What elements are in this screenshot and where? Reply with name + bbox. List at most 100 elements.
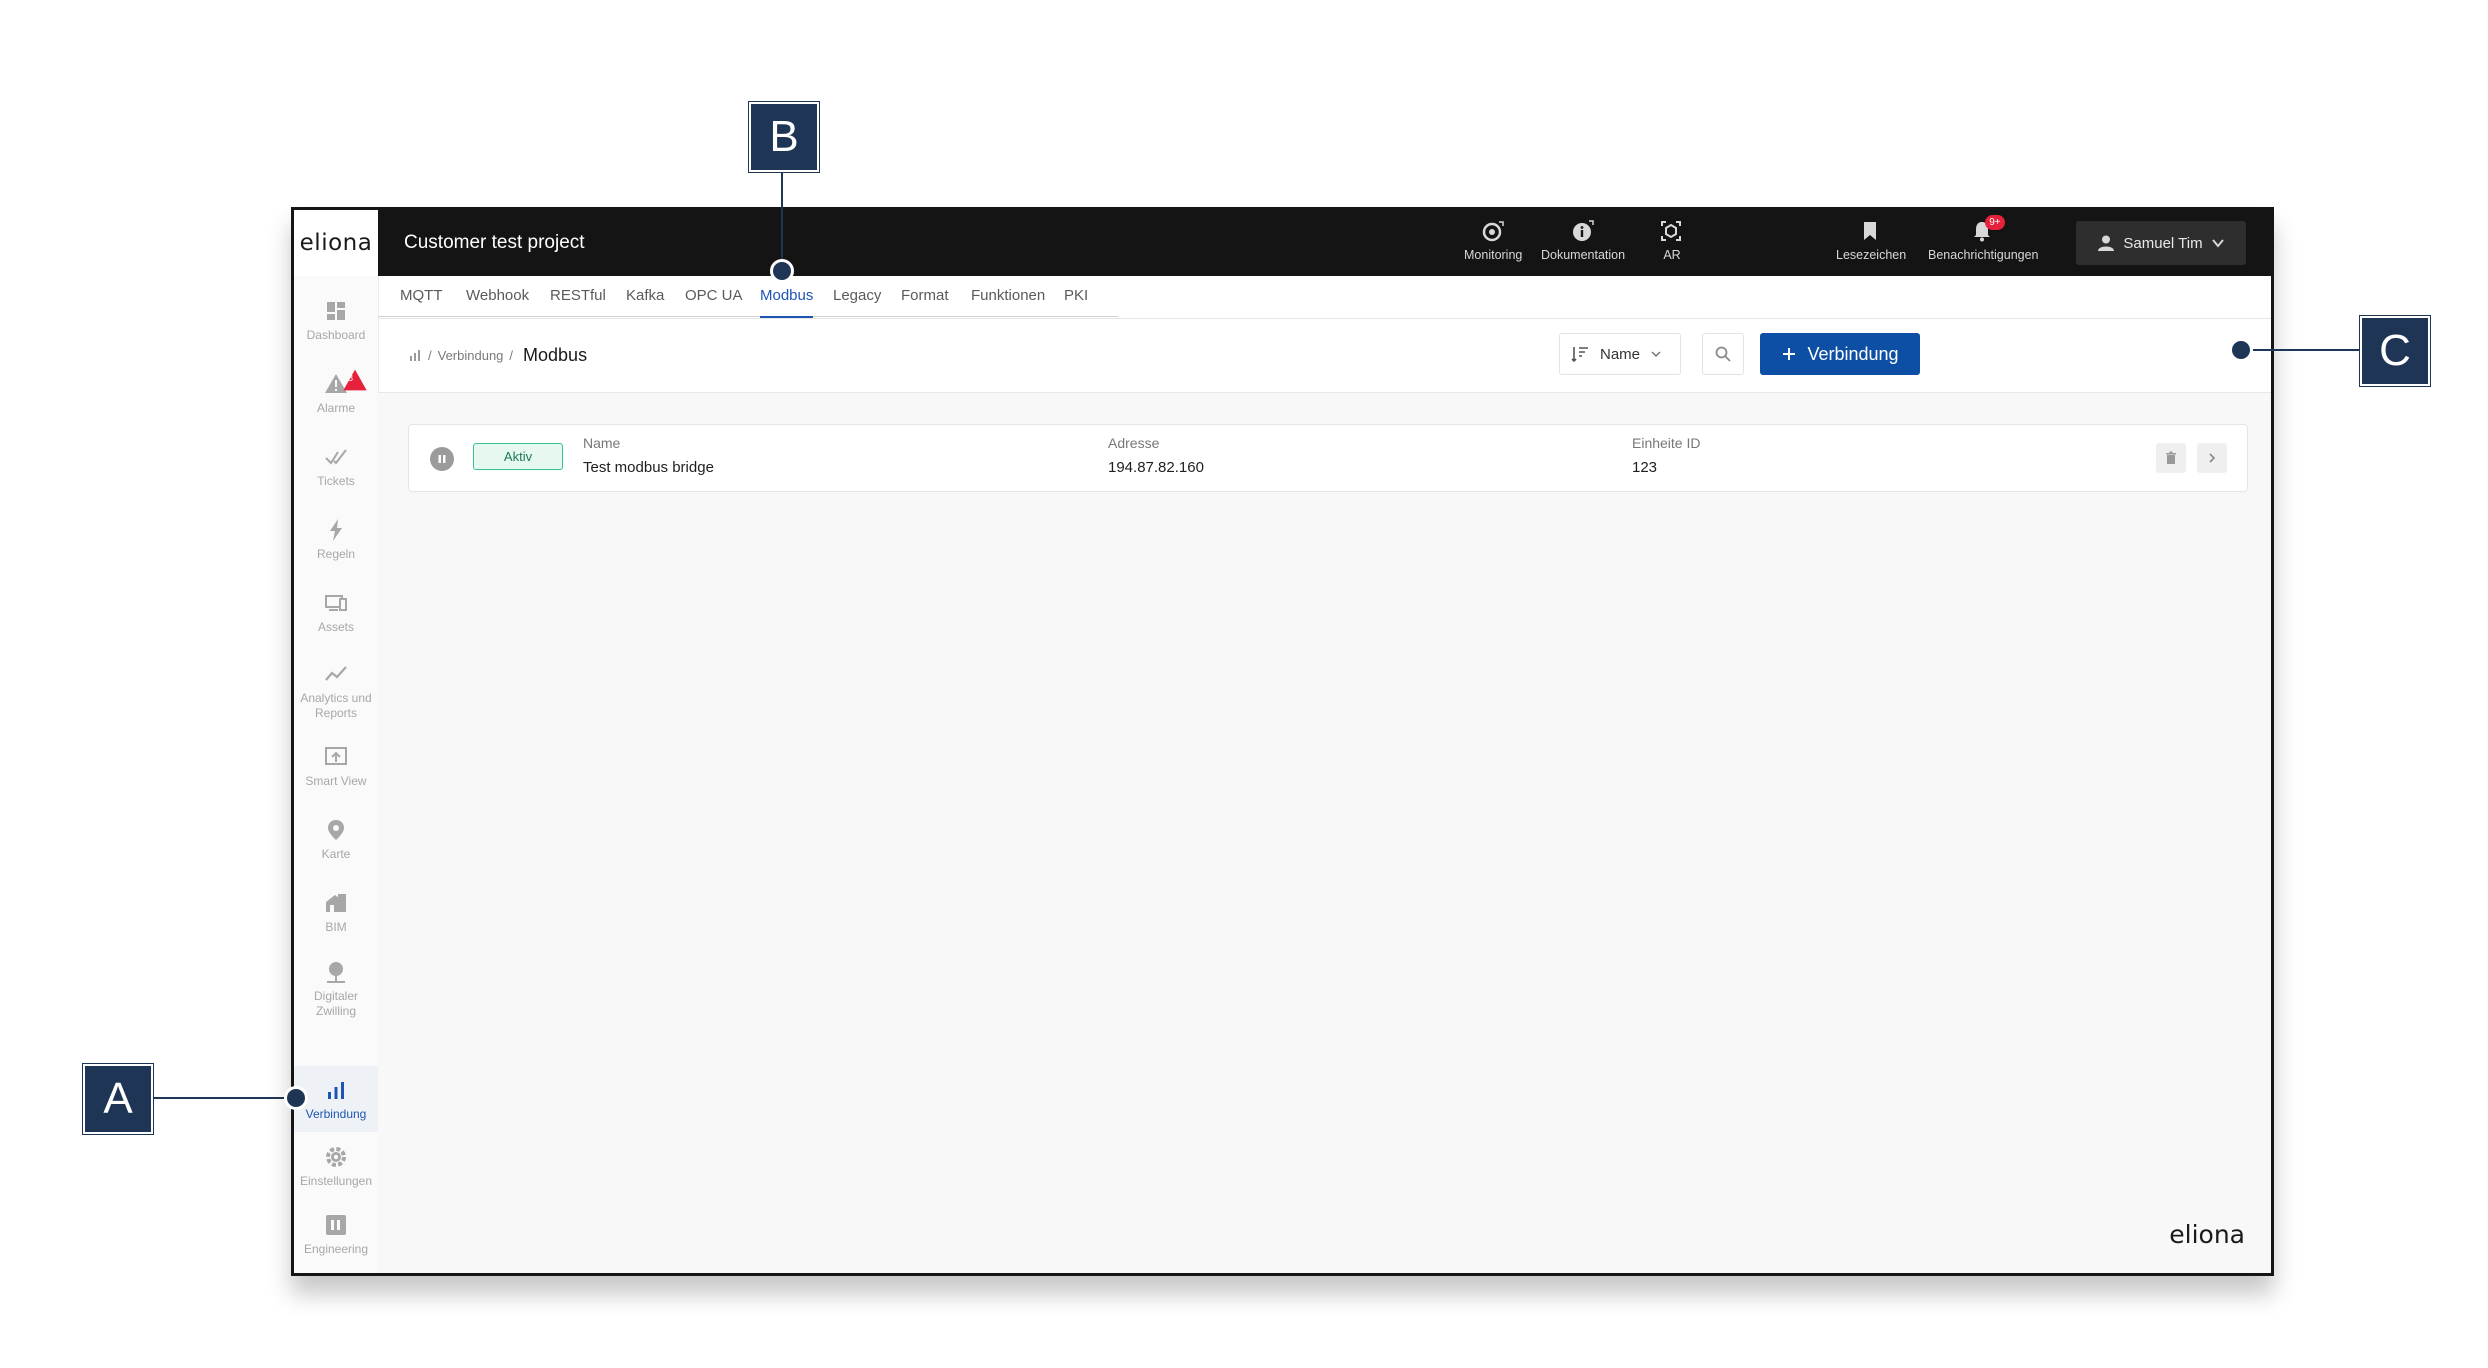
sidebar-label-assets: Assets — [317, 620, 354, 634]
sidebar-label-alarme: Alarme — [316, 401, 355, 415]
sidebar-label-smart-view: Smart View — [305, 774, 367, 788]
sidebar-label-engineering: Engineering — [303, 1242, 369, 1256]
documentation-label: Dokumentation — [1541, 248, 1626, 262]
callout-c-leader — [2250, 349, 2362, 351]
tickets-icon — [325, 449, 347, 465]
notifications-button[interactable]: 9+ Benachrichtigungen — [1928, 215, 2039, 270]
tab-format[interactable]: Format — [901, 276, 949, 316]
tab-restful[interactable]: RESTful — [550, 276, 606, 316]
delete-button[interactable] — [2156, 443, 2186, 473]
sidebar-item-smart-view[interactable]: Smart View — [294, 744, 378, 789]
callout-b-leader — [781, 173, 783, 265]
breadcrumb-separator: / — [509, 347, 514, 363]
dashboard-icon — [327, 302, 345, 320]
documentation-button[interactable]: Dokumentation — [1541, 218, 1625, 270]
tab-kafka[interactable]: Kafka — [626, 276, 664, 316]
monitoring-icon — [1479, 218, 1507, 246]
plus-icon — [1783, 348, 1796, 360]
user-name: Samuel Tim — [2123, 234, 2203, 252]
callout-a-leader — [150, 1097, 298, 1099]
sidebar-item-analytics[interactable]: Analytics und Reports — [294, 661, 378, 721]
gear-icon — [326, 1147, 346, 1167]
callout-c: C — [2360, 316, 2430, 386]
chevron-down-icon — [2211, 239, 2224, 248]
status-badge: Aktiv — [473, 443, 563, 470]
app-window: eliona Customer test project Monitoring … — [291, 207, 2274, 1276]
tab-opc-ua[interactable]: OPC UA — [685, 276, 743, 316]
sidebar-label-analytics: Analytics und Reports — [300, 691, 372, 720]
monitoring-label: Monitoring — [1464, 248, 1523, 262]
sidebar-item-bim[interactable]: BIM — [294, 890, 378, 935]
callout-b-marker — [770, 259, 794, 283]
tab-funktionen[interactable]: Funktionen — [971, 276, 1045, 316]
tab-modbus[interactable]: Modbus — [760, 276, 814, 318]
sidebar-label-karte: Karte — [321, 847, 351, 861]
connection-row[interactable]: Aktiv Name Test modbus bridge Adresse 19… — [408, 424, 2248, 492]
analytics-icon — [325, 666, 347, 681]
page-title: Modbus — [523, 344, 588, 365]
sidebar-item-assets[interactable]: Assets — [294, 590, 378, 635]
add-connection-button[interactable]: Verbindung — [1760, 333, 1920, 375]
top-bar: eliona Customer test project Monitoring … — [294, 210, 2271, 276]
connection-unit-id: 123 — [1632, 459, 1658, 476]
notifications-label: Benachrichtigungen — [1928, 248, 2039, 262]
sidebar-item-digital-twin[interactable]: Digitaler Zwilling — [294, 959, 378, 1019]
user-menu-button[interactable]: Samuel Tim — [2076, 221, 2246, 265]
tab-underline-track — [378, 316, 1118, 317]
sidebar-label-tickets: Tickets — [317, 474, 355, 488]
project-title: Customer test project — [404, 232, 585, 253]
alarm-badge-count: 8 — [348, 373, 354, 383]
bell-icon: 9+ — [1969, 215, 2005, 246]
search-button[interactable] — [1702, 333, 1744, 375]
sidebar-item-regeln[interactable]: Regeln — [294, 517, 378, 562]
sidebar-item-tickets[interactable]: Tickets — [294, 444, 378, 489]
sidebar-item-dashboard[interactable]: Dashboard — [294, 298, 378, 343]
tab-legacy[interactable]: Legacy — [833, 276, 881, 316]
sidebar-item-einstellungen[interactable]: Einstellungen — [294, 1144, 378, 1189]
unit-id-column: Einheite ID 123 — [1632, 435, 1700, 476]
breadcrumb-parent[interactable]: Verbindung — [438, 348, 504, 363]
alarm-badge-icon — [343, 369, 367, 391]
breadcrumb-separator: / — [428, 347, 432, 363]
page-toolbar: / Verbindung / Modbus Name Verbindung — [378, 318, 2271, 393]
pause-icon — [438, 455, 446, 463]
connection-icon — [410, 350, 420, 361]
sort-select[interactable]: Name — [1559, 333, 1681, 375]
bim-icon — [326, 894, 346, 912]
pause-button[interactable] — [430, 447, 454, 471]
tab-mqtt[interactable]: MQTT — [400, 276, 443, 316]
unit-id-header: Einheite ID — [1632, 435, 1701, 451]
sidebar-item-alarme[interactable]: 8 Alarme — [294, 369, 378, 416]
open-details-button[interactable] — [2197, 443, 2227, 473]
ar-icon — [1658, 218, 1686, 246]
search-icon — [1715, 346, 1731, 362]
sidebar-item-engineering[interactable]: Engineering — [294, 1212, 378, 1257]
connection-address: 194.87.82.160 — [1108, 459, 1204, 476]
name-column: Name Test modbus bridge — [583, 435, 714, 476]
notification-badge: 9+ — [1985, 215, 2005, 230]
sort-value: Name — [1600, 345, 1641, 363]
ar-label: AR — [1663, 248, 1681, 262]
digital-twin-icon — [327, 962, 345, 983]
address-column: Adresse 194.87.82.160 — [1108, 435, 1204, 476]
ar-button[interactable]: AR — [1658, 218, 1686, 270]
map-pin-icon — [328, 820, 344, 840]
sidebar-item-karte[interactable]: Karte — [294, 817, 378, 862]
rules-icon — [330, 519, 342, 541]
chevron-right-icon — [2209, 453, 2216, 463]
engineering-icon — [326, 1215, 346, 1235]
tab-pki[interactable]: PKI — [1064, 276, 1088, 316]
callout-c-marker — [2229, 338, 2253, 362]
footer-logo: eliona — [2169, 1220, 2245, 1249]
sidebar-label-einstellungen: Einstellungen — [299, 1174, 373, 1188]
breadcrumb: / Verbindung / Modbus — [408, 318, 587, 392]
tab-webhook[interactable]: Webhook — [466, 276, 529, 316]
name-header: Name — [583, 435, 621, 451]
monitoring-button[interactable]: Monitoring — [1464, 218, 1522, 270]
main-content: Aktiv Name Test modbus bridge Adresse 19… — [378, 393, 2271, 1273]
sidebar-label-regeln: Regeln — [316, 547, 356, 561]
callout-a: A — [83, 1064, 153, 1134]
sidebar-label-bim: BIM — [325, 920, 347, 934]
app-logo[interactable]: eliona — [294, 210, 378, 276]
bookmarks-button[interactable]: Lesezeichen — [1836, 218, 1906, 270]
